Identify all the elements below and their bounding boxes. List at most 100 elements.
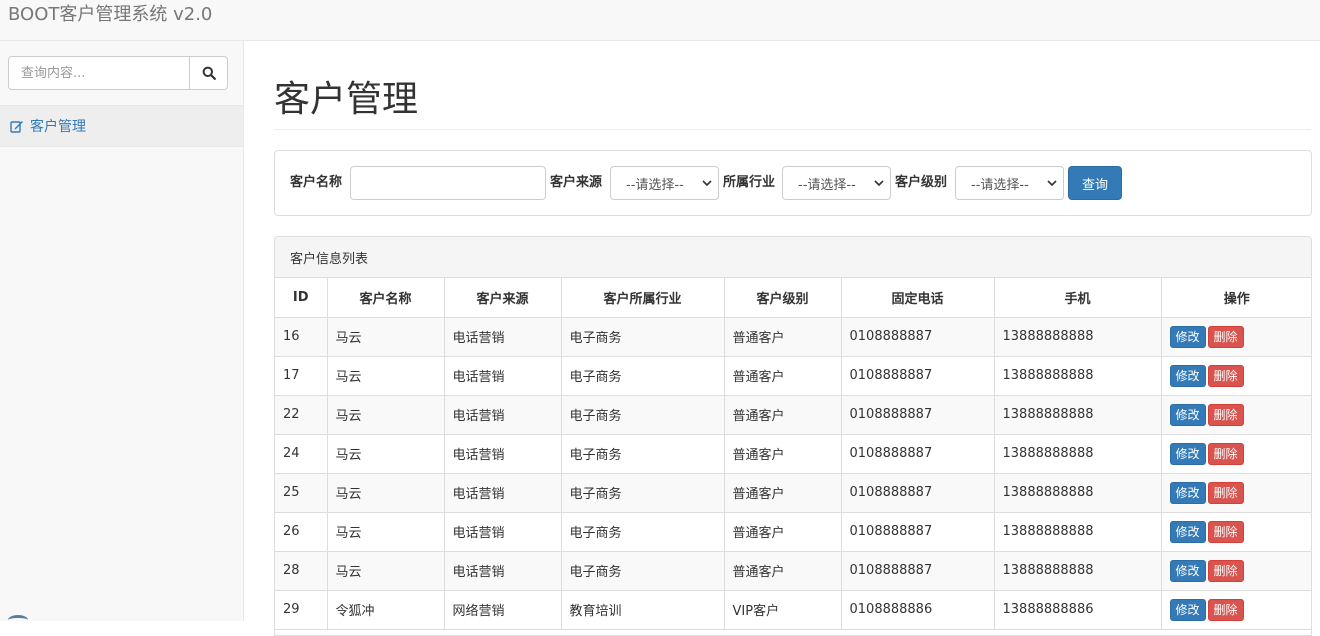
delete-button[interactable]: 删除 — [1207, 559, 1244, 582]
customer-table: ID 客户名称 客户来源 客户所属行业 客户级别 固定电话 手机 操作 16 马云… — [275, 278, 1311, 630]
sidebar-item-customer-management[interactable]: 客户管理 — [0, 105, 243, 147]
table-row: 22 马云 电话营销 电子商务 普通客户 0108888887 13888888888 修改删… — [275, 394, 1311, 435]
delete-button[interactable]: 删除 — [1207, 598, 1244, 621]
table-cell: 电话营销 — [443, 355, 562, 396]
table-cell: 13888888888 — [993, 355, 1162, 396]
delete-button[interactable]: 删除 — [1207, 325, 1244, 348]
table-cell: 普通客户 — [723, 472, 842, 513]
table-cell: 16 — [275, 316, 328, 357]
table-cell: 26 — [275, 511, 328, 552]
industry-select[interactable]: --请选择-- — [782, 166, 891, 200]
table-cell: 0108888887 — [840, 472, 995, 513]
table-header-row: ID 客户名称 客户来源 客户所属行业 客户级别 固定电话 手机 操作 — [275, 278, 1311, 318]
sidebar-search — [8, 56, 228, 90]
actions-cell: 修改 删除 — [1160, 511, 1311, 552]
table-cell: 13888888888 — [993, 394, 1162, 435]
actions-cell: 修改 删除 — [1160, 472, 1311, 513]
chevron-down-icon — [874, 180, 884, 187]
edit-button[interactable]: 修改 — [1169, 325, 1206, 348]
delete-button[interactable]: 删除 — [1207, 364, 1244, 387]
table-cell: 普通客户 — [723, 355, 842, 396]
brand-title[interactable]: BOOT客户管理系统 v2.0 — [8, 4, 212, 26]
column-header: 客户来源 — [443, 278, 562, 318]
chevron-down-icon — [1047, 180, 1057, 187]
table-cell: 13888888886 — [993, 589, 1162, 630]
table-cell: 0108888887 — [840, 511, 995, 552]
customer-source-value: --请选择-- — [626, 177, 684, 193]
table-cell: 电话营销 — [443, 511, 562, 552]
table-row: 29 令狐冲 网络营销 教育培训 VIP客户 0108888886 13888888886 修… — [275, 589, 1311, 630]
table-cell: 电子商务 — [560, 394, 725, 435]
delete-button[interactable]: 删除 — [1207, 520, 1244, 543]
delete-button[interactable]: 删除 — [1207, 403, 1244, 426]
column-header: 客户名称 — [326, 278, 445, 318]
edit-button[interactable]: 修改 — [1169, 481, 1206, 504]
edit-button[interactable]: 修改 — [1169, 403, 1206, 426]
top-navbar: BOOT客户管理系统 v2.0 — [0, 0, 1320, 41]
table-cell: 29 — [275, 589, 328, 630]
table-cell: 电话营销 — [443, 394, 562, 435]
table-cell: 普通客户 — [723, 511, 842, 552]
table-cell: 17 — [275, 355, 328, 396]
table-cell: 0108888887 — [840, 550, 995, 591]
table-cell: 普通客户 — [723, 550, 842, 591]
table-cell: 电子商务 — [560, 511, 725, 552]
table-cell: 电子商务 — [560, 316, 725, 357]
table-cell: 0108888887 — [840, 394, 995, 435]
table-cell: 教育培训 — [560, 589, 725, 630]
table-row: 17 马云 电话营销 电子商务 普通客户 0108888887 13888888888 修改删… — [275, 355, 1311, 396]
column-header: 客户所属行业 — [560, 278, 725, 318]
table-cell: 13888888888 — [993, 472, 1162, 513]
table-cell: 马云 — [326, 472, 445, 513]
table-cell: 13888888888 — [993, 433, 1162, 474]
table-cell: VIP客户 — [723, 589, 842, 630]
actions-cell: 修改 删除 — [1160, 550, 1311, 591]
table-cell: 电话营销 — [443, 550, 562, 591]
table-cell: 普通客户 — [723, 316, 842, 357]
table-cell: 电话营销 — [443, 316, 562, 357]
search-button[interactable] — [190, 56, 228, 90]
edit-button[interactable]: 修改 — [1169, 559, 1206, 582]
panel-heading: 客户信息列表 — [275, 237, 1311, 278]
table-body: 16 马云 电话营销 电子商务 普通客户 0108888887 13888888888 修改删… — [275, 316, 1311, 630]
table-cell: 马云 — [326, 394, 445, 435]
customer-list-panel: 客户信息列表 ID 客户名称 客户来源 客户所属行业 客户级别 固定电话 手机 … — [274, 236, 1312, 636]
edit-button[interactable]: 修改 — [1169, 520, 1206, 543]
edit-button[interactable]: 修改 — [1169, 364, 1206, 387]
edit-button[interactable]: 修改 — [1169, 598, 1206, 621]
column-header: 固定电话 — [840, 278, 995, 318]
actions-cell: 修改 删除 — [1160, 589, 1311, 630]
table-cell: 电子商务 — [560, 472, 725, 513]
table-cell: 0108888886 — [840, 589, 995, 630]
table-row: 16 马云 电话营销 电子商务 普通客户 0108888887 13888888888 修改删… — [275, 316, 1311, 357]
table-cell: 24 — [275, 433, 328, 474]
table-cell: 25 — [275, 472, 328, 513]
table-cell: 13888888888 — [993, 511, 1162, 552]
actions-cell: 修改 删除 — [1160, 355, 1311, 396]
page-title: 客户管理 — [274, 79, 419, 120]
customer-source-select[interactable]: --请选择-- — [610, 166, 719, 200]
edit-button[interactable]: 修改 — [1169, 442, 1206, 465]
sidebar-item-label: 客户管理 — [30, 119, 86, 135]
table-cell: 马云 — [326, 316, 445, 357]
customer-level-select[interactable]: --请选择-- — [955, 166, 1064, 200]
chevron-down-icon — [702, 180, 712, 187]
query-button[interactable]: 查询 — [1068, 166, 1122, 200]
table-row: 24 马云 电话营销 电子商务 普通客户 0108888887 13888888888 修改删… — [275, 433, 1311, 474]
table-cell: 0108888887 — [840, 316, 995, 357]
customer-name-label: 客户名称 — [290, 175, 343, 190]
search-input[interactable] — [8, 56, 190, 90]
customer-level-value: --请选择-- — [971, 177, 1029, 193]
table-cell: 普通客户 — [723, 433, 842, 474]
table-cell: 电话营销 — [443, 433, 562, 474]
sidebar: 客户管理 — [0, 41, 244, 621]
filter-panel: 客户名称 客户来源 --请选择-- 所属行业 --请选择-- 客户级别 --请选… — [274, 150, 1312, 216]
delete-button[interactable]: 删除 — [1207, 442, 1244, 465]
table-cell: 马云 — [326, 433, 445, 474]
table-cell: 0108888887 — [840, 355, 995, 396]
delete-button[interactable]: 删除 — [1207, 481, 1244, 504]
table-cell: 普通客户 — [723, 394, 842, 435]
table-row: 28 马云 电话营销 电子商务 普通客户 0108888887 13888888888 修改删… — [275, 550, 1311, 591]
customer-name-input[interactable] — [350, 166, 546, 200]
table-cell: 马云 — [326, 511, 445, 552]
